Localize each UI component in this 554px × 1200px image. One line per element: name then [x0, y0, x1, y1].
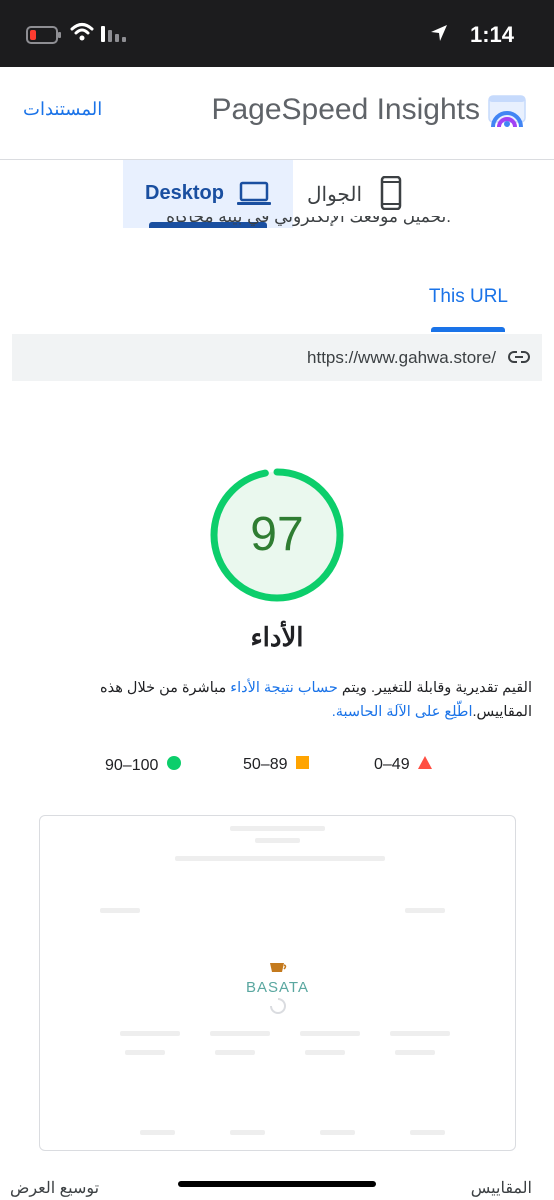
tab-this-url-underline [431, 327, 505, 332]
preview-line [405, 908, 445, 913]
expand-view-button[interactable]: توسيع العرض [10, 1178, 99, 1198]
preview-line [300, 1031, 360, 1036]
url-bar: https://www.gahwa.store/ [12, 334, 542, 381]
metrics-label[interactable]: المقاييس [471, 1178, 532, 1198]
score-legend: 0–49 50–89 90–100 [0, 756, 554, 776]
preview-line [140, 1130, 175, 1135]
preview-line [230, 1130, 265, 1135]
loading-spinner-icon [270, 998, 286, 1019]
performance-title: الأداء [250, 622, 304, 652]
battery-icon [26, 26, 62, 49]
preview-line [255, 838, 300, 843]
coffee-cup-icon [269, 963, 286, 972]
status-time: 1:14 [469, 22, 514, 47]
location-arrow-icon [430, 24, 448, 47]
link-icon [508, 348, 530, 371]
preview-line [305, 1050, 345, 1055]
legend-fail: 0–49 [374, 756, 433, 774]
status-bar: 1:14 [0, 0, 554, 67]
url-tabs: This URL [12, 280, 542, 335]
app-header: المستندات PageSpeed Insights [0, 67, 554, 160]
preview-logo: BASATA [40, 961, 515, 997]
docs-link[interactable]: المستندات [23, 99, 102, 120]
preview-line [175, 856, 385, 861]
preview-line [320, 1130, 355, 1135]
preview-line [100, 908, 140, 913]
preview-line [210, 1031, 270, 1036]
score-calculation-link[interactable]: حساب نتيجة الأداء [230, 680, 338, 696]
legend-pass: 90–100 [105, 756, 181, 775]
preview-line [395, 1050, 435, 1055]
pagespeed-logo-icon[interactable] [488, 95, 526, 134]
bottom-bar: توسيع العرض المقاييس [0, 1160, 554, 1200]
signal-icon [101, 26, 127, 47]
preview-line [215, 1050, 255, 1055]
preview-line [120, 1031, 180, 1036]
tab-this-url[interactable]: This URL [429, 286, 508, 308]
performance-score: 97 [250, 508, 304, 561]
green-circle-icon [166, 756, 181, 775]
preview-line [390, 1031, 450, 1036]
brand-title[interactable]: PageSpeed Insights [211, 93, 480, 127]
tab-desktop-label: Desktop [145, 182, 224, 204]
preview-line [230, 826, 325, 831]
analyzed-url[interactable]: https://www.gahwa.store/ [307, 348, 496, 368]
preview-logo-text: BASATA [246, 979, 309, 996]
preview-line [125, 1050, 165, 1055]
legend-average: 50–89 [243, 756, 309, 774]
page-screenshot-preview: BASATA [39, 815, 516, 1151]
preview-line [410, 1130, 445, 1135]
calculator-link[interactable]: اطّلِع على الآلة الحاسبة. [332, 704, 473, 720]
laptop-icon [237, 180, 271, 211]
phone-icon [380, 175, 402, 215]
wifi-icon [70, 22, 94, 47]
red-triangle-icon [418, 756, 433, 774]
performance-description: القيم تقديرية وقابلة للتغيير. ويتم حساب … [100, 680, 532, 720]
orange-square-icon [295, 756, 309, 774]
home-indicator[interactable] [178, 1181, 376, 1187]
clipped-description: تحميل موقعك الإلكتروني في بيئة محاكاة. [166, 216, 451, 226]
tab-mobile-label: الجوال [307, 184, 362, 206]
